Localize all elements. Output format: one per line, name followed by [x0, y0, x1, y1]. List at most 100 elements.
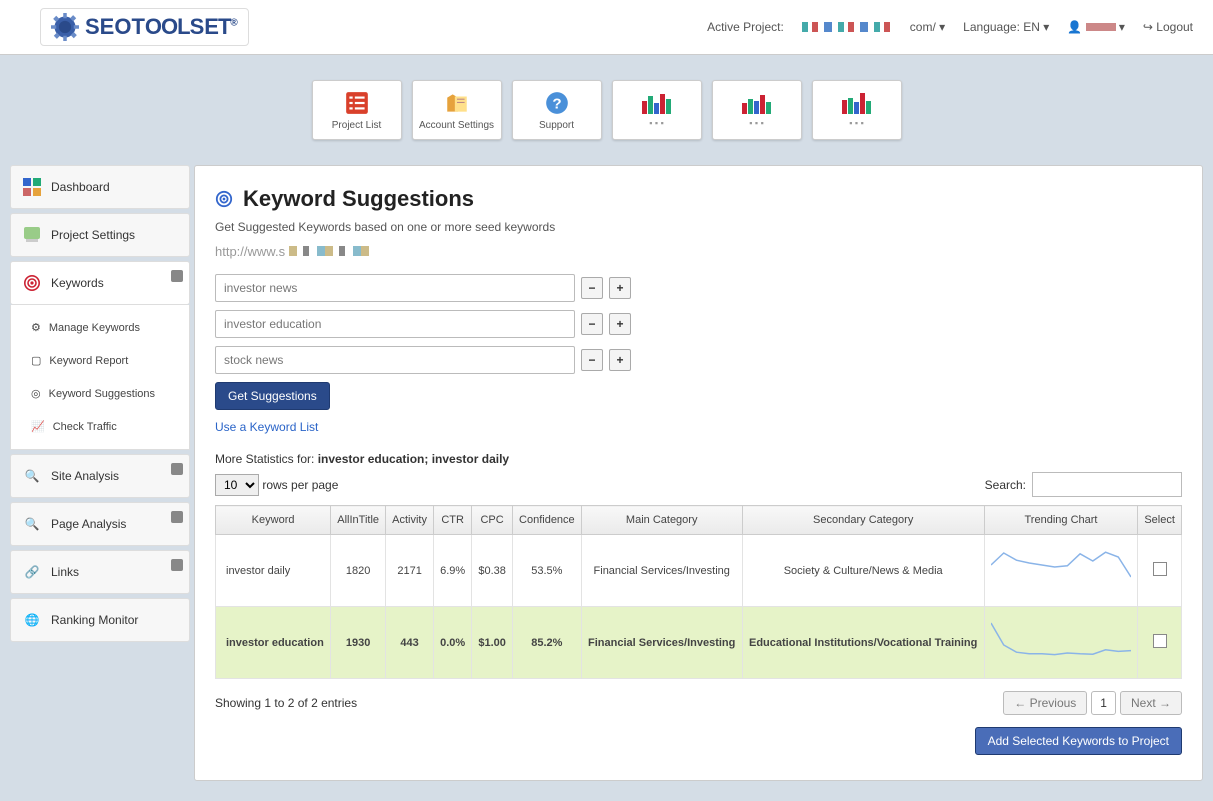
cell-select — [1138, 607, 1182, 679]
report-icon: ▢ — [31, 354, 41, 367]
remove-seed-button[interactable]: − — [581, 313, 603, 335]
cell-cpc: $1.00 — [472, 607, 513, 679]
rows-per-page-label: rows per page — [262, 478, 338, 492]
page-title: Keyword Suggestions — [243, 186, 474, 212]
cell-main-category: Financial Services/Investing — [581, 535, 742, 607]
seed-input-2[interactable] — [215, 310, 575, 338]
rows-per-page-select[interactable]: 10 — [215, 474, 259, 496]
nav-report-3[interactable]: ▪ ▪ ▪ — [812, 80, 902, 140]
next-page-button[interactable]: Next → — [1120, 691, 1182, 715]
col-keyword[interactable]: Keyword — [216, 506, 331, 535]
nav-account-settings[interactable]: Account Settings — [412, 80, 502, 140]
bars-icon — [842, 92, 871, 114]
target-icon — [215, 190, 233, 208]
cell-confidence: 53.5% — [512, 535, 581, 607]
col-confidence[interactable]: Confidence — [512, 506, 581, 535]
logout-link[interactable]: ↪ Logout — [1143, 20, 1193, 34]
gear-small-icon: ⚙ — [31, 321, 41, 334]
cell-activity: 443 — [386, 607, 434, 679]
cell-select — [1138, 535, 1182, 607]
nav-project-list[interactable]: Project List — [312, 80, 402, 140]
col-cpc[interactable]: CPC — [472, 506, 513, 535]
svg-text:?: ? — [552, 95, 561, 112]
page-subtitle: Get Suggested Keywords based on one or m… — [215, 220, 1182, 234]
sidebar-item-label: Dashboard — [51, 180, 110, 194]
collapse-icon[interactable] — [171, 511, 183, 523]
use-keyword-list-link[interactable]: Use a Keyword List — [215, 420, 318, 434]
cell-activity: 2171 — [386, 535, 434, 607]
col-allintitle[interactable]: AllInTitle — [331, 506, 386, 535]
col-main-category[interactable]: Main Category — [581, 506, 742, 535]
col-trending-chart[interactable]: Trending Chart — [984, 506, 1137, 535]
target-small-icon: ◎ — [31, 387, 41, 400]
sidebar-item-project-settings[interactable]: Project Settings — [10, 213, 190, 257]
subnav-check-traffic[interactable]: 📈Check Traffic — [11, 410, 189, 443]
search-input[interactable] — [1032, 472, 1182, 497]
collapse-icon[interactable] — [171, 463, 183, 475]
subnav-manage-keywords[interactable]: ⚙Manage Keywords — [11, 311, 189, 344]
page-number[interactable]: 1 — [1091, 691, 1116, 715]
cell-trending-chart — [984, 607, 1137, 679]
sidebar: Dashboard Project Settings Keywords ⚙Man… — [10, 165, 190, 646]
collapse-icon[interactable] — [171, 559, 183, 571]
sidebar-item-links[interactable]: 🔗 Links — [10, 550, 190, 594]
col-select[interactable]: Select — [1138, 506, 1182, 535]
brand-logo[interactable]: SEOTOOLSET® — [40, 8, 249, 46]
select-checkbox[interactable] — [1153, 562, 1167, 576]
dashboard-icon — [21, 176, 43, 198]
nav-project-list-label: Project List — [332, 120, 381, 131]
col-secondary-category[interactable]: Secondary Category — [742, 506, 984, 535]
sidebar-keywords-submenu: ⚙Manage Keywords ▢Keyword Report ◎Keywor… — [10, 305, 190, 450]
pagination: ← Previous 1 Next → — [1003, 691, 1182, 715]
add-seed-button[interactable]: + — [609, 313, 631, 335]
get-suggestions-button[interactable]: Get Suggestions — [215, 382, 330, 410]
language-selector[interactable]: Language: EN ▾ — [963, 20, 1049, 34]
cell-secondary-category: Educational Institutions/Vocational Trai… — [742, 607, 984, 679]
globe-icon: 🌐 — [21, 609, 43, 631]
add-seed-button[interactable]: + — [609, 277, 631, 299]
table-showing: Showing 1 to 2 of 2 entries — [215, 696, 357, 710]
add-seed-button[interactable]: + — [609, 349, 631, 371]
nav-account-settings-label: Account Settings — [419, 120, 494, 131]
sidebar-item-site-analysis[interactable]: 🔍 Site Analysis — [10, 454, 190, 498]
content-panel: Keyword Suggestions Get Suggested Keywor… — [194, 165, 1203, 781]
list-icon — [344, 90, 370, 116]
remove-seed-button[interactable]: − — [581, 349, 603, 371]
nav-support-label: Support — [539, 120, 574, 131]
subnav-keyword-suggestions[interactable]: ◎Keyword Suggestions — [11, 377, 189, 410]
seed-input-1[interactable] — [215, 274, 575, 302]
stats-line: More Statistics for: investor education;… — [215, 452, 1182, 466]
remove-seed-button[interactable]: − — [581, 277, 603, 299]
table-row: investor daily182021716.9%$0.3853.5%Fina… — [216, 535, 1182, 607]
col-activity[interactable]: Activity — [386, 506, 434, 535]
cell-cpc: $0.38 — [472, 535, 513, 607]
nav-report-2[interactable]: ▪ ▪ ▪ — [712, 80, 802, 140]
gear-icon — [51, 13, 79, 41]
sidebar-item-page-analysis[interactable]: 🔍 Page Analysis — [10, 502, 190, 546]
sidebar-item-dashboard[interactable]: Dashboard — [10, 165, 190, 209]
sidebar-item-label: Project Settings — [51, 228, 135, 242]
prev-page-button[interactable]: ← Previous — [1003, 691, 1087, 715]
sidebar-item-label: Links — [51, 565, 79, 579]
cell-keyword: investor daily — [216, 535, 331, 607]
folder-icon — [444, 90, 470, 116]
sidebar-item-ranking-monitor[interactable]: 🌐 Ranking Monitor — [10, 598, 190, 642]
sidebar-item-keywords[interactable]: Keywords — [10, 261, 190, 305]
col-ctr[interactable]: CTR — [434, 506, 472, 535]
nav-support[interactable]: ? Support — [512, 80, 602, 140]
bars-icon — [742, 92, 771, 114]
table-row: investor education19304430.0%$1.0085.2%F… — [216, 607, 1182, 679]
bars-icon — [642, 92, 671, 114]
add-selected-button[interactable]: Add Selected Keywords to Project — [975, 727, 1182, 755]
top-toolbar: Project List Account Settings ? Support … — [0, 55, 1213, 165]
project-domain-suffix[interactable]: com/ ▾ — [910, 20, 945, 34]
user-menu[interactable]: 👤 ▾ — [1067, 20, 1125, 34]
sidebar-item-label: Page Analysis — [51, 517, 126, 531]
brand-text: SEOTOOLSET® — [85, 14, 238, 40]
cell-ctr: 6.9% — [434, 535, 472, 607]
select-checkbox[interactable] — [1153, 634, 1167, 648]
collapse-icon[interactable] — [171, 270, 183, 282]
nav-report-1[interactable]: ▪ ▪ ▪ — [612, 80, 702, 140]
seed-input-3[interactable] — [215, 346, 575, 374]
subnav-keyword-report[interactable]: ▢Keyword Report — [11, 344, 189, 377]
